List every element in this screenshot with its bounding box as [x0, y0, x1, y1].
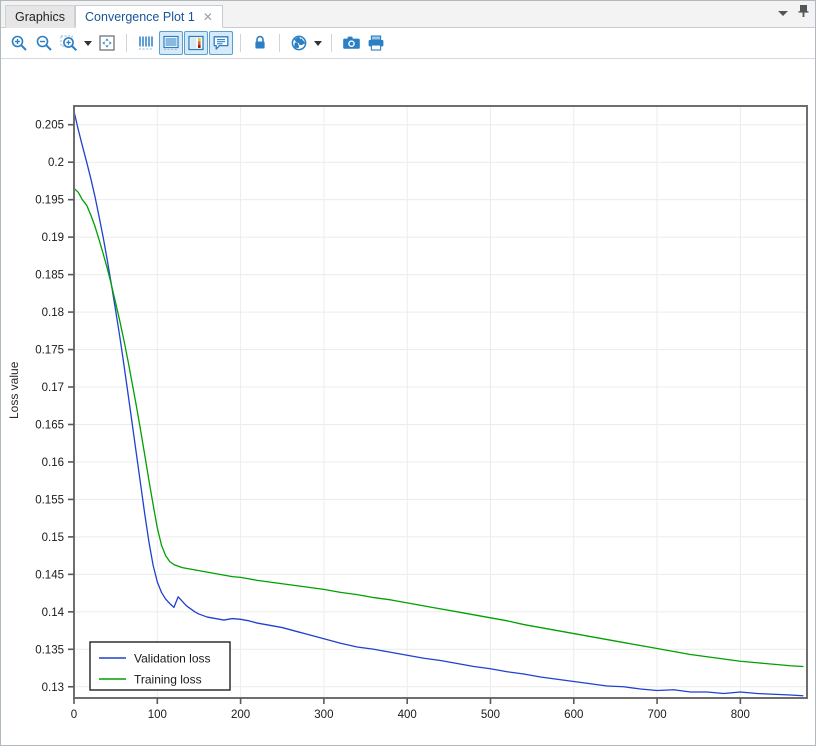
- svg-text:0.155: 0.155: [35, 494, 64, 506]
- show-legend-icon[interactable]: [159, 31, 183, 55]
- zoom-extents-icon[interactable]: [95, 31, 119, 55]
- svg-text:600: 600: [564, 709, 583, 721]
- chart-legend: Validation loss Training loss: [89, 641, 231, 691]
- toolbar-separator: [279, 34, 280, 52]
- y-axis-ticks: 0.13 0.135 0.14 0.145 0.15 0.155 0.16 0.165 0.17…: [35, 120, 74, 694]
- svg-text:Training loss: Training loss: [134, 673, 202, 687]
- svg-text:0.15: 0.15: [42, 532, 64, 544]
- tab-bar-controls: [778, 4, 809, 23]
- scene-light-dropdown[interactable]: [312, 31, 324, 55]
- pin-icon[interactable]: [798, 4, 809, 23]
- graphics-toolbar: [1, 28, 815, 59]
- chevron-down-icon: [314, 40, 322, 46]
- chevron-down-icon: [84, 40, 92, 46]
- chart-svg: 0.13 0.135 0.14 0.145 0.15 0.155 0.16 0.165 0.17…: [35, 105, 808, 721]
- svg-text:0.18: 0.18: [42, 307, 64, 319]
- svg-text:700: 700: [647, 709, 666, 721]
- lock-axes-icon[interactable]: [248, 31, 272, 55]
- show-colorbar-icon[interactable]: [184, 31, 208, 55]
- svg-text:0.195: 0.195: [35, 195, 64, 207]
- svg-text:0.205: 0.205: [35, 120, 64, 132]
- svg-text:0.175: 0.175: [35, 345, 64, 357]
- x-axis-ticks: 0 100 200 300 400 500 600 700 800: [71, 698, 750, 721]
- zoom-in-icon[interactable]: [7, 31, 31, 55]
- tab-graphics-label: Graphics: [15, 10, 66, 24]
- svg-text:0.145: 0.145: [35, 569, 64, 581]
- zoom-box-icon[interactable]: [57, 31, 81, 55]
- tab-graphics[interactable]: Graphics: [5, 5, 76, 28]
- zoom-out-icon[interactable]: [32, 31, 56, 55]
- svg-text:0.14: 0.14: [42, 607, 65, 619]
- tab-convergence-plot-1-label: Convergence Plot 1: [85, 9, 195, 24]
- svg-text:300: 300: [314, 709, 333, 721]
- svg-text:0.19: 0.19: [42, 232, 64, 244]
- show-annotation-icon[interactable]: [209, 31, 233, 55]
- tab-bar: Graphics Convergence Plot 1 ✕: [1, 1, 815, 28]
- svg-text:500: 500: [481, 709, 500, 721]
- svg-text:800: 800: [731, 709, 750, 721]
- svg-text:0.165: 0.165: [35, 419, 64, 431]
- print-icon[interactable]: [364, 31, 388, 55]
- scene-light-icon[interactable]: [287, 31, 311, 55]
- tab-convergence-plot-1[interactable]: Convergence Plot 1 ✕: [75, 5, 223, 28]
- svg-text:0.2: 0.2: [48, 157, 64, 169]
- svg-text:Validation loss: Validation loss: [134, 652, 211, 666]
- toolbar-separator: [240, 34, 241, 52]
- toolbar-separator: [331, 34, 332, 52]
- chevron-down-icon[interactable]: [778, 11, 788, 16]
- close-icon[interactable]: ✕: [203, 11, 213, 23]
- plot-canvas[interactable]: Deep neural network training Loss value …: [1, 59, 815, 744]
- svg-text:200: 200: [231, 709, 250, 721]
- svg-text:0.16: 0.16: [42, 457, 64, 469]
- show-grid-icon[interactable]: [134, 31, 158, 55]
- svg-text:0.135: 0.135: [35, 644, 64, 656]
- svg-text:100: 100: [148, 709, 167, 721]
- svg-text:0: 0: [71, 709, 77, 721]
- zoom-box-dropdown[interactable]: [82, 31, 94, 55]
- svg-text:0.17: 0.17: [42, 382, 64, 394]
- svg-text:0.185: 0.185: [35, 270, 64, 282]
- toolbar-separator: [126, 34, 127, 52]
- image-snapshot-icon[interactable]: [339, 31, 363, 55]
- svg-text:0.13: 0.13: [42, 682, 64, 694]
- svg-text:400: 400: [398, 709, 417, 721]
- graphics-window: Graphics Convergence Plot 1 ✕ Loss value…: [0, 0, 816, 746]
